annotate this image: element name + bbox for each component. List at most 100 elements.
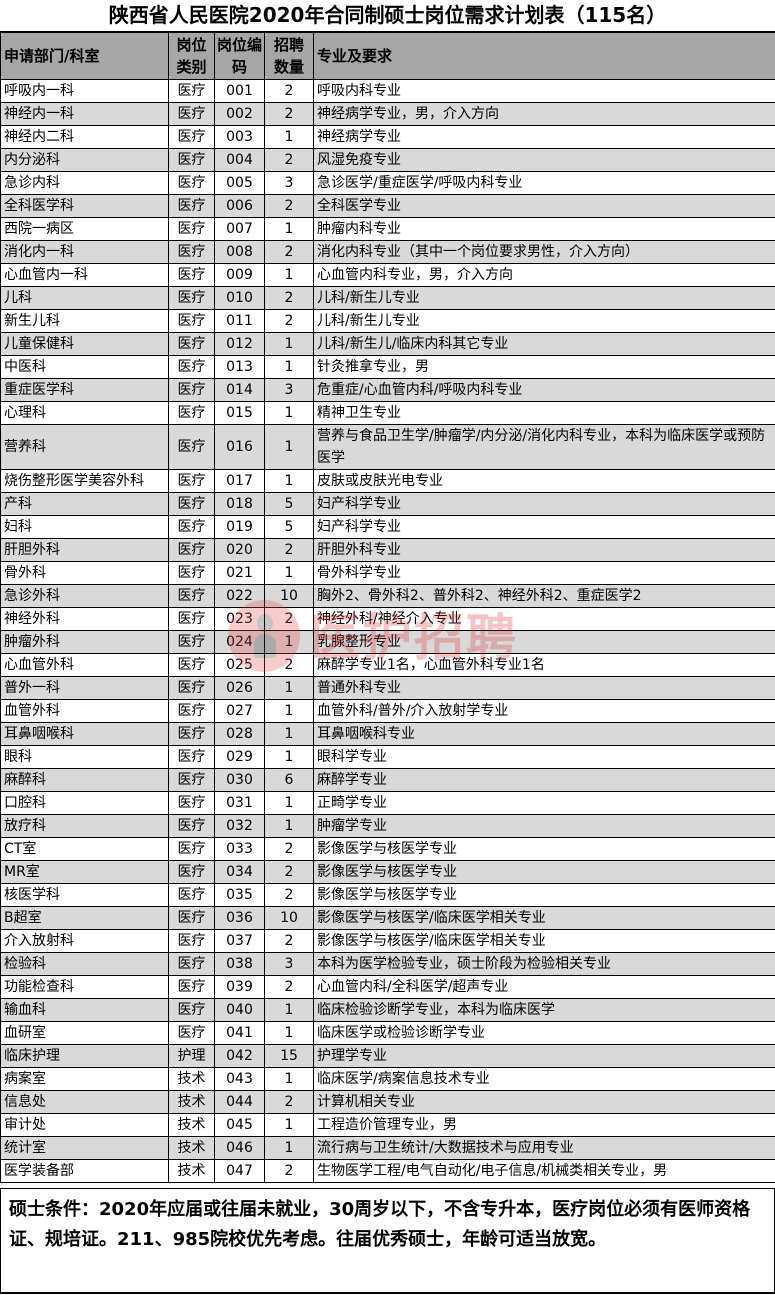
cell-count: 2: [264, 653, 314, 677]
cell-code: 032: [214, 814, 265, 838]
table-row: 普外一科 医疗 026 1 普通外科专业: [0, 676, 775, 700]
cell-dept: 心理科: [0, 401, 169, 425]
cell-requirement: 神经病学专业，男，介入方向: [313, 102, 775, 126]
cell-category: 医疗: [168, 860, 215, 884]
cell-dept: 血研室: [0, 1021, 169, 1045]
cell-code: 029: [214, 745, 265, 769]
cell-requirement: 骨外科学专业: [313, 561, 775, 585]
cell-requirement: 耳鼻咽喉科专业: [313, 722, 775, 746]
cell-requirement: 妇产科学专业: [313, 515, 775, 539]
table-row: 心理科 医疗 015 1 精神卫生专业: [0, 401, 775, 425]
cell-code: 031: [214, 791, 265, 815]
table-row: CT室 医疗 033 2 影像医学与核医学专业: [0, 837, 775, 861]
requirements-note: 硕士条件：2020年应届或往届未就业，30周岁以下，不含专升本，医疗岗位必须有医…: [0, 1188, 775, 1294]
cell-dept: 审计处: [0, 1113, 169, 1137]
cell-dept: 心血管内一科: [0, 263, 169, 287]
cell-code: 009: [214, 263, 265, 287]
cell-dept: 检验科: [0, 952, 169, 976]
cell-category: 技术: [168, 1136, 215, 1160]
cell-category: 医疗: [168, 906, 215, 930]
cell-count: 1: [264, 561, 314, 585]
cell-code: 020: [214, 538, 265, 562]
cell-code: 047: [214, 1159, 265, 1183]
cell-count: 2: [264, 975, 314, 999]
cell-count: 1: [264, 722, 314, 746]
cell-category: 医疗: [168, 883, 215, 907]
table-row: 烧伤整形医学美容外科 医疗 017 1 皮肤或皮肤光电专业: [0, 469, 775, 493]
cell-category: 医疗: [168, 469, 215, 493]
cell-requirement: 工程造价管理专业，男: [313, 1113, 775, 1137]
cell-dept: 口腔科: [0, 791, 169, 815]
cell-requirement: 急诊医学/重症医学/呼吸内科专业: [313, 171, 775, 195]
cell-category: 医疗: [168, 424, 215, 470]
table-row: 介入放射科 医疗 037 2 影像医学与核医学/临床医学相关专业: [0, 929, 775, 953]
cell-count: 2: [264, 837, 314, 861]
cell-requirement: 麻醉学专业: [313, 768, 775, 792]
cell-category: 医疗: [168, 286, 215, 310]
cell-requirement: 危重症/心血管内科/呼吸内科专业: [313, 378, 775, 402]
cell-category: 医疗: [168, 975, 215, 999]
cell-category: 医疗: [168, 401, 215, 425]
cell-requirement: 皮肤或皮肤光电专业: [313, 469, 775, 493]
table-row: 医学装备部 技术 047 2 生物医学工程/电气自动化/电子信息/机械类相关专业，男: [0, 1159, 775, 1183]
cell-dept: 肿瘤外科: [0, 630, 169, 654]
cell-count: 1: [264, 1021, 314, 1045]
cell-requirement: 影像医学与核医学专业: [313, 883, 775, 907]
cell-dept: 输血科: [0, 998, 169, 1022]
cell-category: 医疗: [168, 768, 215, 792]
cell-category: 医疗: [168, 309, 215, 333]
cell-code: 006: [214, 194, 265, 218]
cell-count: 5: [264, 492, 314, 516]
cell-code: 040: [214, 998, 265, 1022]
cell-requirement: 影像医学与核医学/临床医学相关专业: [313, 906, 775, 930]
cell-requirement: 肿瘤内科专业: [313, 217, 775, 241]
cell-dept: 烧伤整形医学美容外科: [0, 469, 169, 493]
table-row: 肝胆外科 医疗 020 2 肝胆外科专业: [0, 538, 775, 562]
cell-count: 1: [264, 630, 314, 654]
table-row: 全科医学科 医疗 006 2 全科医学专业: [0, 194, 775, 218]
cell-count: 3: [264, 171, 314, 195]
cell-dept: 急诊外科: [0, 584, 169, 608]
cell-count: 1: [264, 998, 314, 1022]
cell-requirement: 全科医学专业: [313, 194, 775, 218]
cell-category: 技术: [168, 1090, 215, 1114]
cell-count: 2: [264, 79, 314, 103]
cell-count: 1: [264, 332, 314, 356]
cell-dept: 医学装备部: [0, 1159, 169, 1183]
cell-dept: 普外一科: [0, 676, 169, 700]
cell-category: 医疗: [168, 538, 215, 562]
table-row: 耳鼻咽喉科 医疗 028 1 耳鼻咽喉科专业: [0, 722, 775, 746]
cell-code: 001: [214, 79, 265, 103]
cell-count: 1: [264, 745, 314, 769]
cell-requirement: 儿科/新生儿专业: [313, 286, 775, 310]
cell-count: 1: [264, 469, 314, 493]
cell-category: 医疗: [168, 653, 215, 677]
table-row: 营养科 医疗 016 1 营养与食品卫生学/肿瘤学/内分泌/消化内科专业，本科为临床医学…: [0, 424, 775, 470]
cell-dept: 内分泌科: [0, 148, 169, 172]
cell-dept: 功能检查科: [0, 975, 169, 999]
cell-count: 2: [264, 883, 314, 907]
cell-requirement: 影像医学与核医学/临床医学相关专业: [313, 929, 775, 953]
cell-count: 2: [264, 860, 314, 884]
cell-category: 医疗: [168, 929, 215, 953]
cell-count: 2: [264, 240, 314, 264]
table-header-row: 申请部门/科室 岗位类别 岗位编码 招聘数量 专业及要求: [0, 31, 775, 80]
cell-code: 026: [214, 676, 265, 700]
cell-dept: 血管外科: [0, 699, 169, 723]
table-row: 消化内一科 医疗 008 2 消化内科专业（其中一个岗位要求男性，介入方向）: [0, 240, 775, 264]
cell-dept: MR室: [0, 860, 169, 884]
table-row: 急诊外科 医疗 022 10 胸外2、骨外科2、普外科2、神经外科2、重症医学2: [0, 584, 775, 608]
cell-code: 030: [214, 768, 265, 792]
cell-category: 医疗: [168, 607, 215, 631]
cell-requirement: 呼吸内科专业: [313, 79, 775, 103]
table-row: MR室 医疗 034 2 影像医学与核医学专业: [0, 860, 775, 884]
page-title: 陕西省人民医院2020年合同制硕士岗位需求计划表（115名）: [108, 3, 667, 27]
cell-dept: 新生儿科: [0, 309, 169, 333]
cell-count: 2: [264, 286, 314, 310]
cell-code: 045: [214, 1113, 265, 1137]
cell-dept: 消化内一科: [0, 240, 169, 264]
cell-count: 10: [264, 906, 314, 930]
cell-category: 医疗: [168, 630, 215, 654]
cell-dept: 信息处: [0, 1090, 169, 1114]
cell-requirement: 麻醉学专业1名，心血管外科专业1名: [313, 653, 775, 677]
